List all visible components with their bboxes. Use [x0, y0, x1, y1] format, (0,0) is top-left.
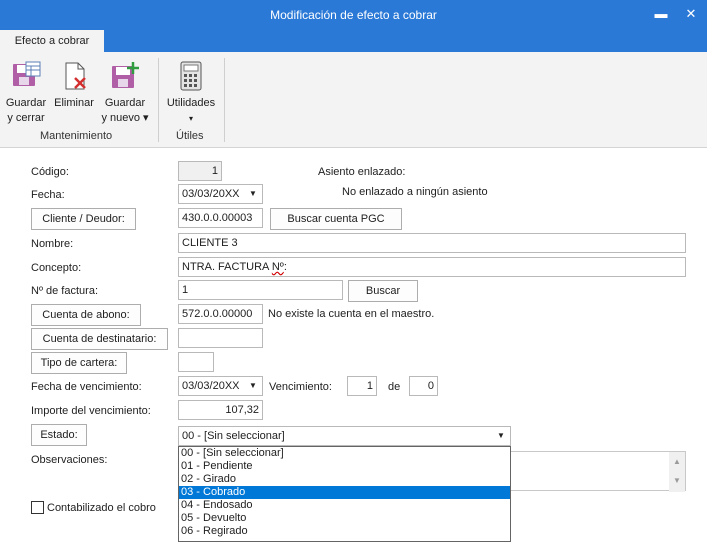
contabilizado-checkbox[interactable]	[31, 501, 44, 514]
tipo-cartera-field[interactable]	[178, 352, 214, 372]
ribbon-separator	[158, 58, 159, 142]
observaciones-scrollbar[interactable]: ▲ ▼	[669, 452, 685, 492]
asiento-value: No enlazado a ningún asiento	[342, 186, 488, 198]
fecha-vencimiento-label: Fecha de vencimiento:	[31, 381, 142, 393]
concepto-label: Concepto:	[31, 262, 82, 274]
buscar-cuenta-pgc-button[interactable]: Buscar cuenta PGC	[270, 208, 402, 230]
tab-efecto-a-cobrar[interactable]: Efecto a cobrar	[0, 30, 104, 52]
window-title: Modificación de efecto a cobrar	[270, 8, 437, 22]
estado-button[interactable]: Estado:	[31, 424, 87, 446]
tipo-cartera-button[interactable]: Tipo de cartera:	[31, 352, 127, 374]
codigo-label: Código:	[31, 166, 69, 178]
ribbon-tab-strip: Efecto a cobrar	[0, 30, 707, 52]
cliente-field[interactable]: 430.0.0.00003	[178, 208, 263, 228]
concepto-field[interactable]: NTRA. FACTURA Nº:	[178, 257, 686, 277]
title-bar: Modificación de efecto a cobrar ▬ ✕	[0, 0, 707, 30]
estado-select[interactable]: 00 - [Sin seleccionar] ▼	[178, 426, 511, 446]
factura-field[interactable]: 1	[178, 280, 343, 300]
concepto-value-misspelled: Nº	[271, 261, 284, 273]
estado-option[interactable]: 05 - Devuelto	[179, 512, 510, 525]
estado-option[interactable]: 00 - [Sin seleccionar]	[179, 447, 510, 460]
cuenta-abono-field[interactable]: 572.0.0.00000	[178, 304, 263, 324]
save-close-label-2: y cerrar	[7, 112, 45, 124]
asiento-label: Asiento enlazado:	[318, 166, 406, 178]
chevron-down-icon[interactable]: ▼	[244, 185, 262, 203]
vencimiento-total-field[interactable]: 0	[409, 376, 438, 396]
estado-value: 00 - [Sin seleccionar]	[182, 430, 285, 442]
group-label-maintenance: Mantenimiento	[40, 130, 113, 142]
close-icon[interactable]: ✕	[680, 4, 702, 24]
delete-label: Eliminar	[54, 97, 94, 109]
save-close-icon	[13, 61, 41, 86]
utilities-button[interactable]: Utilidades ▾	[163, 56, 219, 126]
nombre-label: Nombre:	[31, 238, 74, 250]
concepto-value-colon: :	[283, 261, 287, 273]
fecha-vencimiento-value: 03/03/20XX	[182, 380, 240, 392]
cuenta-abono-button[interactable]: Cuenta de abono:	[31, 304, 141, 326]
save-new-icon	[112, 62, 139, 88]
scroll-down-icon[interactable]: ▼	[669, 471, 685, 490]
cuenta-destinatario-button[interactable]: Cuenta de destinatario:	[31, 328, 168, 350]
estado-option[interactable]: 04 - Endosado	[179, 499, 510, 512]
concepto-value-part: NTRA. FACTURA	[182, 261, 272, 273]
contabilizado-label: Contabilizado el cobro	[47, 502, 156, 514]
vencimiento-of-label: de	[388, 381, 401, 393]
buscar-factura-button[interactable]: Buscar	[348, 280, 418, 302]
cuenta-destinatario-field[interactable]	[178, 328, 263, 348]
utilities-label: Utilidades	[166, 97, 216, 109]
chevron-down-icon[interactable]: ▼	[492, 427, 510, 445]
importe-label: Importe del vencimiento:	[31, 405, 151, 417]
delete-document-icon	[65, 62, 86, 90]
vencimiento-count-label: Vencimiento:	[269, 381, 332, 393]
fecha-label: Fecha:	[31, 189, 65, 201]
utilities-dropdown-arrow: ▾	[188, 114, 193, 123]
importe-field[interactable]: 107,32	[178, 400, 263, 420]
factura-label: Nº de factura:	[31, 285, 98, 297]
save-new-button[interactable]: Guardar y nuevo ▾	[100, 56, 150, 126]
form-area: Código: 1 Asiento enlazado: No enlazado …	[0, 149, 707, 542]
delete-button[interactable]: Eliminar	[51, 56, 97, 111]
chevron-down-icon[interactable]: ▼	[244, 377, 262, 395]
fecha-vencimiento-picker[interactable]: 03/03/20XX ▼	[178, 376, 263, 396]
codigo-field[interactable]: 1	[178, 161, 222, 181]
save-new-label-1: Guardar	[104, 97, 146, 109]
estado-option[interactable]: 01 - Pendiente	[179, 460, 510, 473]
estado-option[interactable]: 06 - Regirado	[179, 525, 510, 538]
observaciones-field[interactable]: ▲ ▼	[510, 451, 686, 492]
fecha-date-picker[interactable]: 03/03/20XX ▼	[178, 184, 263, 204]
estado-dropdown-list[interactable]: 00 - [Sin seleccionar] 01 - Pendiente 02…	[178, 446, 511, 542]
observaciones-label: Observaciones:	[31, 454, 108, 466]
estado-option-selected[interactable]: 03 - Cobrado	[179, 486, 510, 499]
save-new-label-2: y nuevo ▾	[101, 112, 149, 124]
cliente-deudor-button[interactable]: Cliente / Deudor:	[31, 208, 136, 230]
fecha-value: 03/03/20XX	[182, 188, 240, 200]
minimize-icon[interactable]: ▬	[650, 4, 672, 24]
cuenta-abono-message: No existe la cuenta en el maestro.	[268, 308, 435, 320]
calculator-icon	[180, 61, 202, 91]
group-label-useful: Útiles	[176, 130, 204, 142]
vencimiento-current-field[interactable]: 1	[347, 376, 377, 396]
save-close-button[interactable]: Guardar y cerrar	[3, 56, 49, 126]
ribbon-separator	[224, 58, 225, 142]
scroll-up-icon[interactable]: ▲	[669, 452, 685, 471]
ribbon: Guardar y cerrar Eliminar Guardar y nuev…	[0, 52, 707, 148]
save-close-label-1: Guardar	[5, 97, 47, 109]
estado-option[interactable]: 02 - Girado	[179, 473, 510, 486]
nombre-field[interactable]: CLIENTE 3	[178, 233, 686, 253]
